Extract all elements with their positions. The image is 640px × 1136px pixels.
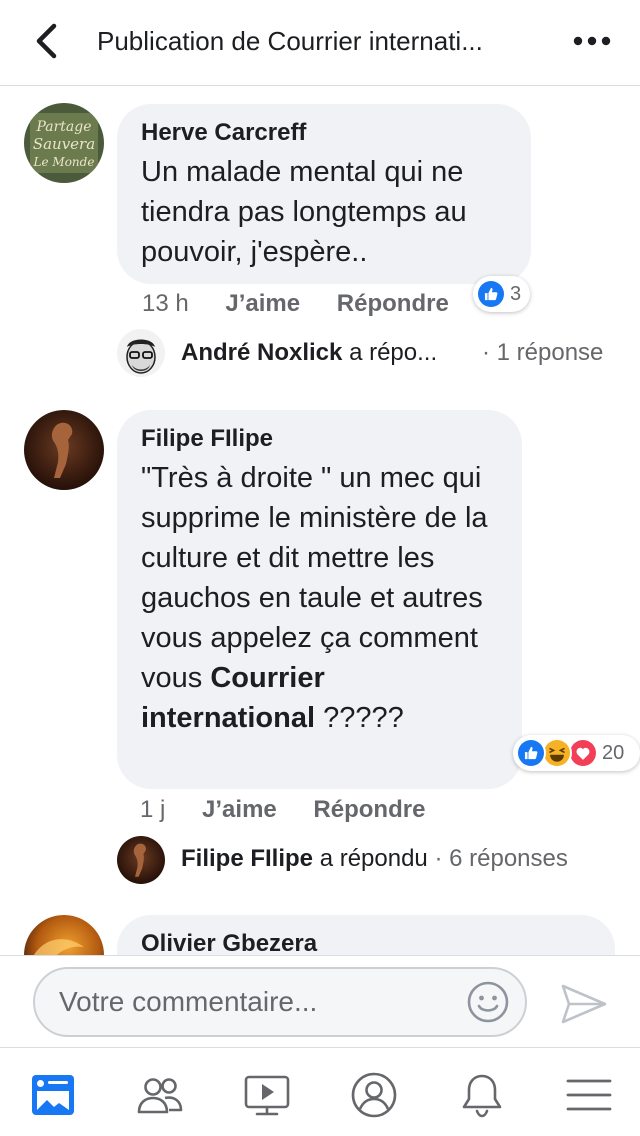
comment-author[interactable]: Herve Carcreff <box>141 118 507 148</box>
profile-icon <box>351 1072 397 1118</box>
reply-count-link[interactable]: · 1 réponse <box>482 338 603 368</box>
send-button[interactable] <box>560 982 608 1026</box>
bell-icon <box>462 1074 502 1118</box>
friends-icon <box>137 1078 183 1114</box>
comment-input[interactable] <box>33 967 527 1037</box>
video-play-icon <box>244 1075 290 1116</box>
comments-feed[interactable]: Partage Sauvera Le Monde Herve Carcreff … <box>0 87 640 955</box>
view-replies-link[interactable]: Filipe FIlipe a répondu · 6 réponses <box>181 844 568 874</box>
comment-text-end: ????? <box>323 702 404 734</box>
reply-action: a répo... <box>349 339 438 366</box>
reply-avatar[interactable] <box>117 836 165 884</box>
avatar-image <box>24 410 104 490</box>
reply-count: · 1 réponse <box>482 339 604 366</box>
comment-text-start: "Très à droite " un mec qui supprime le … <box>141 462 488 694</box>
comment-text: Un malade mental qui ne tiendra pas long… <box>141 156 467 268</box>
avatar[interactable]: Partage Sauvera Le Monde <box>24 103 104 183</box>
nav-news-feed[interactable] <box>26 1068 80 1122</box>
more-options-button[interactable] <box>570 28 614 54</box>
reactions-summary[interactable]: 3 <box>473 276 530 312</box>
send-icon <box>561 984 607 1024</box>
avatar-image: Partage Sauvera Le Monde <box>24 103 104 183</box>
hamburger-menu-icon <box>566 1079 612 1111</box>
top-bar: Publication de Courrier internati... <box>0 0 640 86</box>
avatar-image <box>117 836 165 884</box>
smiley-icon <box>467 981 509 1023</box>
reactions-summary[interactable]: 20 <box>513 735 640 771</box>
news-feed-icon <box>32 1075 74 1115</box>
svg-text:Sauvera: Sauvera <box>33 135 95 153</box>
avatar-image <box>24 915 104 955</box>
comment-bubble[interactable]: Olivier Gbezera <box>117 915 615 955</box>
comment-text: "Très à droite " un mec qui supprime le … <box>141 458 498 738</box>
view-replies-link[interactable]: André Noxlick a répo... <box>181 338 437 368</box>
comment-composer <box>0 955 640 1047</box>
comment-author[interactable]: Filipe FIlipe <box>141 424 498 454</box>
back-button[interactable] <box>30 22 64 60</box>
reply-avatar[interactable] <box>117 329 165 377</box>
reply-count: · 6 réponses <box>434 845 568 872</box>
reaction-count: 20 <box>602 741 625 764</box>
like-button[interactable]: J’aime <box>225 290 300 317</box>
comment-meta: 1 j J’aime Répondre <box>140 795 425 825</box>
comment-meta: 13 h J’aime Répondre <box>142 289 449 319</box>
reply-author: Filipe FIlipe <box>181 845 314 872</box>
avatar-image <box>117 329 165 377</box>
reply-button[interactable]: Répondre <box>337 290 449 317</box>
chevron-left-icon <box>36 23 57 59</box>
love-reaction-icon <box>568 738 598 768</box>
more-dots-icon <box>573 36 611 46</box>
comment-author[interactable]: Olivier Gbezera <box>141 929 591 955</box>
haha-reaction-icon <box>542 738 572 768</box>
reply-button[interactable]: Répondre <box>313 796 425 823</box>
emoji-button[interactable] <box>466 980 510 1024</box>
nav-menu[interactable] <box>562 1068 616 1122</box>
avatar[interactable] <box>24 915 104 955</box>
avatar[interactable] <box>24 410 104 490</box>
svg-text:Le Monde: Le Monde <box>33 155 95 169</box>
bottom-navigation <box>0 1047 640 1136</box>
comment-bubble[interactable]: Filipe FIlipe "Très à droite " un mec qu… <box>117 410 522 789</box>
page-title: Publication de Courrier internati... <box>97 26 483 56</box>
comment-bubble[interactable]: Herve Carcreff Un malade mental qui ne t… <box>117 104 531 284</box>
like-reaction-icon <box>516 738 546 768</box>
reply-author: André Noxlick <box>181 339 343 366</box>
nav-profile[interactable] <box>347 1068 401 1122</box>
comment-time: 13 h <box>142 290 189 317</box>
comment-time: 1 j <box>140 796 166 823</box>
reply-action: a répondu <box>319 845 428 872</box>
nav-notifications[interactable] <box>455 1068 509 1122</box>
like-reaction-icon <box>476 279 506 309</box>
like-button[interactable]: J’aime <box>202 796 277 823</box>
svg-text:Partage: Partage <box>35 119 91 135</box>
reaction-count: 3 <box>510 282 522 305</box>
nav-friends[interactable] <box>133 1068 187 1122</box>
nav-watch[interactable] <box>240 1068 294 1122</box>
